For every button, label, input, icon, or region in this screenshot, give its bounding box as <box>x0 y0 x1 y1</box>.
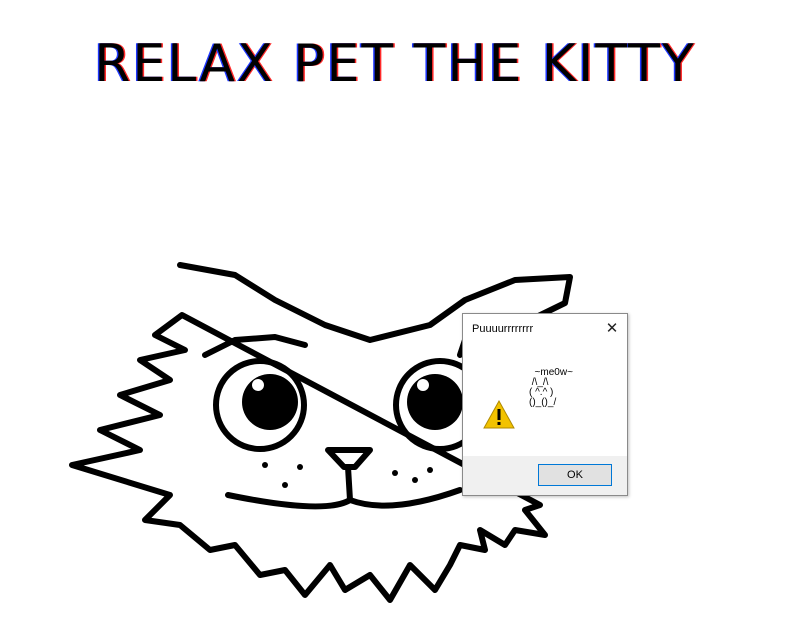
dialog-title: Puuuurrrrrrrr <box>472 323 534 335</box>
dialog-body: ~me0w~ /\_/\ ( ^.^ ) ()_()_/ <box>463 344 627 456</box>
page-title: RELAX PET THE KITTY <box>94 34 696 94</box>
dialog-message: ~me0w~ /\_/\ ( ^.^ ) ()_()_/ <box>529 367 573 408</box>
message-dialog[interactable]: Puuuurrrrrrrr ✕ ~me0w~ /\_/\ ( ^.^ ) ()_… <box>462 313 628 496</box>
warning-icon <box>483 400 515 429</box>
dialog-titlebar[interactable]: Puuuurrrrrrrr ✕ <box>463 314 627 344</box>
ok-button[interactable]: OK <box>538 464 612 486</box>
close-button[interactable]: ✕ <box>601 318 623 340</box>
